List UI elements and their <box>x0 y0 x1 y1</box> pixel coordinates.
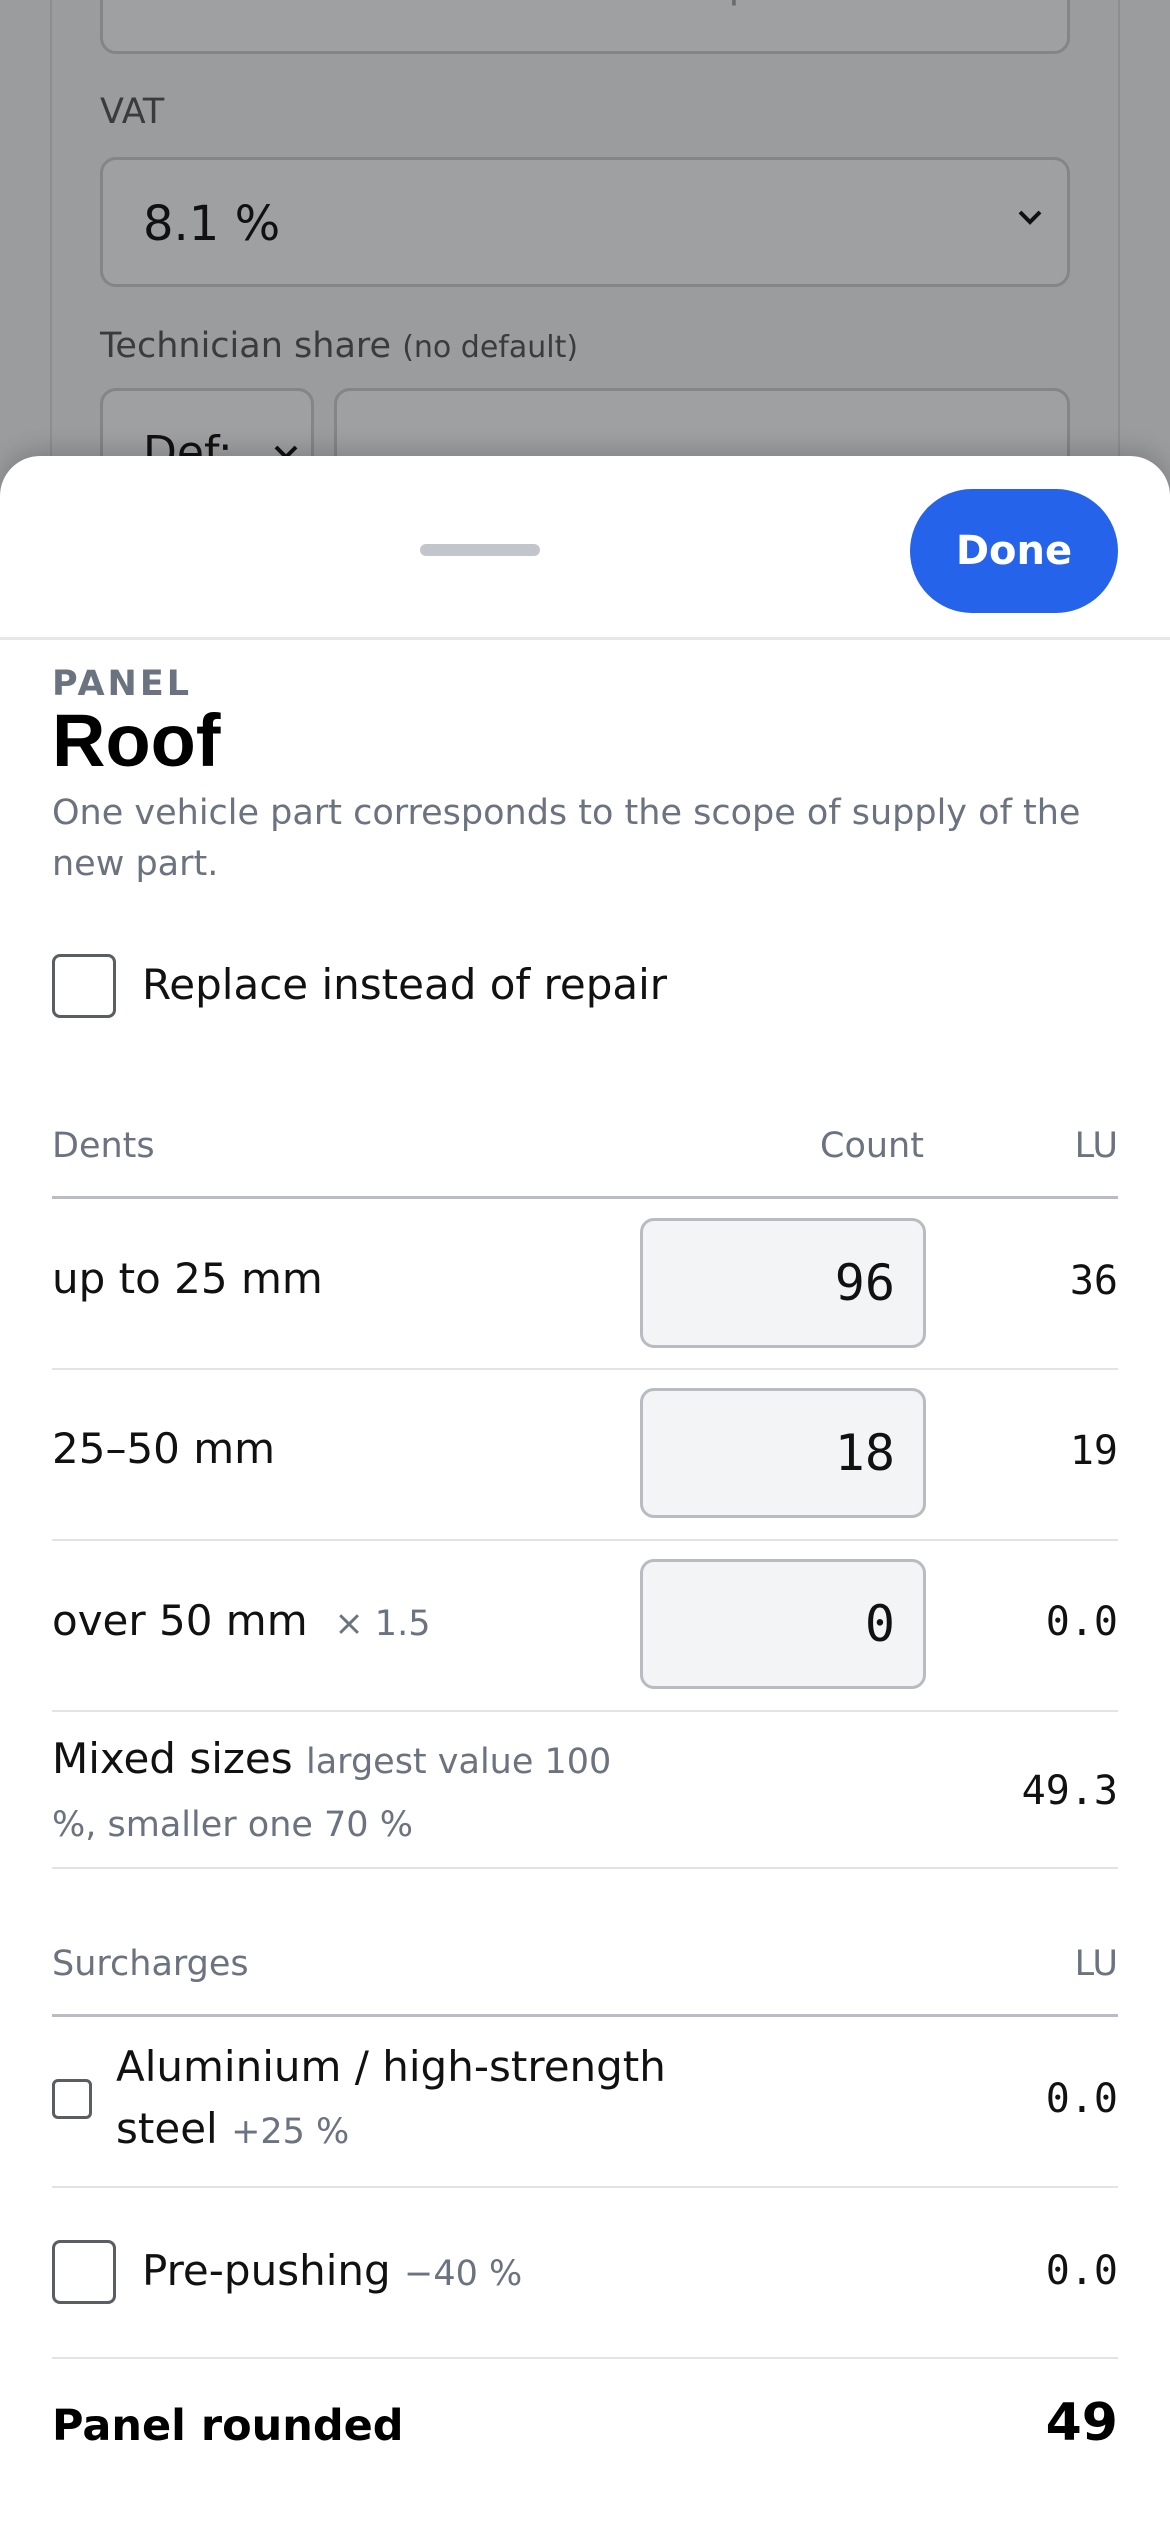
mixed-sizes-lu-value: 49.3 <box>1021 1768 1118 1814</box>
sheet-grabber-handle[interactable] <box>420 544 540 556</box>
replace-checkbox[interactable] <box>52 954 116 1018</box>
vat-select: 8.1 % <box>100 157 1070 287</box>
dent-row-label: over 50 mm × 1.5 <box>52 1596 431 1645</box>
panel-description: One vehicle part corresponds to the scop… <box>52 793 1081 884</box>
surcharges-lu-header: LU <box>1074 1944 1118 1984</box>
dent-count-input-up-to-25[interactable]: 96 <box>640 1218 926 1348</box>
dent-count-input-over-50[interactable]: 0 <box>640 1559 926 1689</box>
table-row-divider <box>52 1368 1118 1370</box>
count-header: Count <box>820 1126 924 1166</box>
technician-hint: (no default) <box>402 330 579 365</box>
table-row-divider <box>52 1867 1118 1869</box>
table-row-divider <box>52 1710 1118 1712</box>
pre-pushing-label[interactable]: Pre-pushing −40 % <box>142 2246 522 2295</box>
dent-row-label: up to 25 mm <box>52 1254 323 1303</box>
panel-rounded-value: 49 <box>1045 2393 1118 2453</box>
aluminium-checkbox[interactable] <box>52 2079 92 2119</box>
panel-rounded-label: Panel rounded <box>52 2401 404 2451</box>
lu-header: LU <box>1074 1126 1118 1166</box>
vat-label: VAT <box>100 92 165 132</box>
pre-pushing-checkbox[interactable] <box>52 2240 116 2304</box>
mixed-sizes-label: Mixed sizes largest value 100 %, smaller… <box>52 1734 612 1845</box>
surcharges-header: Surcharges <box>52 1944 249 1984</box>
background-optional-field: optional <box>100 0 1070 54</box>
dents-header-divider <box>52 1196 1118 1199</box>
pre-pushing-lu-value: 0.0 <box>1045 2248 1118 2294</box>
dent-row-label: 25–50 mm <box>52 1424 276 1473</box>
sheet-header: Done <box>0 456 1170 640</box>
page-title: Roof <box>52 699 221 782</box>
technician-share-label: Technician share (no default) <box>100 326 579 366</box>
dent-lu-value: 0.0 <box>1045 1599 1118 1645</box>
chevron-down-icon <box>1018 210 1042 225</box>
pre-pushing-modifier: −40 % <box>404 2254 523 2294</box>
dent-lu-value: 36 <box>1069 1258 1118 1304</box>
table-row-divider <box>52 1539 1118 1541</box>
vat-value: 8.1 % <box>143 196 281 252</box>
done-button[interactable]: Done <box>910 489 1118 613</box>
aluminium-lu-value: 0.0 <box>1045 2076 1118 2122</box>
table-row-divider <box>52 2357 1118 2359</box>
aluminium-modifier: +25 % <box>231 2112 350 2152</box>
panel-bottom-sheet: Done PANEL Roof One vehicle part corresp… <box>0 456 1170 2532</box>
dent-multiplier: × 1.5 <box>334 1604 431 1644</box>
surcharges-header-divider <box>52 2014 1118 2017</box>
dent-lu-value: 19 <box>1069 1428 1118 1474</box>
dent-count-input-25-50[interactable]: 18 <box>640 1388 926 1518</box>
replace-label[interactable]: Replace instead of repair <box>142 960 667 1009</box>
aluminium-label[interactable]: Aluminium / high-strength steel +25 % <box>116 2036 676 2163</box>
optional-placeholder: optional <box>704 0 897 7</box>
dents-header: Dents <box>52 1126 155 1166</box>
table-row-divider <box>52 2186 1118 2188</box>
